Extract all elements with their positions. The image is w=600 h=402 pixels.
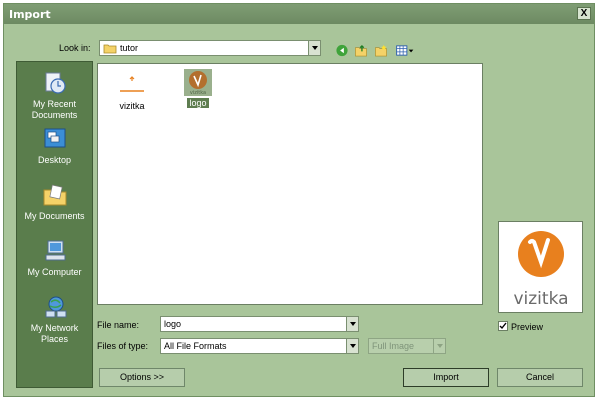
image-mode-value: Full Image: [372, 341, 415, 351]
folder-icon: [103, 44, 117, 54]
place-label-line: Documents: [31, 110, 78, 120]
close-button[interactable]: X: [577, 7, 591, 20]
recent-documents-icon: [45, 72, 66, 94]
place-my-computer[interactable]: My Computer: [17, 238, 92, 278]
title-bar: Import X: [4, 4, 594, 24]
image-mode-dropdown-arrow: [433, 339, 445, 353]
place-my-network-places[interactable]: My Network Places: [17, 294, 92, 345]
file-list[interactable]: vizitka vizitka logo: [97, 63, 483, 305]
dialog-title: Import: [9, 8, 51, 21]
place-my-documents[interactable]: My Documents: [17, 182, 92, 222]
preview-label: Preview: [511, 322, 544, 332]
desktop-icon: [44, 128, 65, 148]
up-folder-icon[interactable]: [354, 44, 368, 57]
import-dialog: Import X Look in: tutor My Recent Docume…: [3, 3, 595, 397]
file-name-label: File name:: [97, 320, 140, 330]
file-type-label: Files of type:: [97, 341, 149, 351]
place-label-line: My Recent: [32, 99, 76, 109]
place-label-line: My Documents: [24, 211, 85, 221]
file-name-combo[interactable]: logo: [160, 316, 359, 332]
view-menu-icon[interactable]: [395, 44, 415, 57]
image-thumbnail-icon: vizitka: [184, 69, 212, 96]
place-label-line: My Network: [30, 323, 79, 333]
my-computer-icon: [45, 240, 65, 261]
thumbnail-text: vizitka: [190, 90, 206, 96]
network-places-icon: [45, 296, 66, 318]
options-button[interactable]: Options >>: [99, 368, 185, 387]
preview-panel: vizitka: [498, 221, 583, 313]
file-name-dropdown-arrow[interactable]: [346, 317, 358, 331]
look-in-label: Look in:: [59, 43, 91, 53]
file-name-input[interactable]: logo: [164, 319, 181, 329]
cancel-button[interactable]: Cancel: [497, 368, 583, 387]
my-documents-icon: [43, 184, 66, 206]
image-file-icon: [120, 76, 144, 92]
import-button[interactable]: Import: [403, 368, 489, 387]
file-name: vizitka: [119, 101, 145, 111]
preview-checkbox[interactable]: [498, 321, 508, 331]
look-in-value: tutor: [120, 43, 139, 53]
back-icon[interactable]: [335, 44, 349, 57]
place-label-line: My Computer: [27, 267, 82, 277]
places-bar: My Recent Documents Desktop My Documents: [16, 61, 93, 388]
place-label-line: Desktop: [37, 155, 72, 165]
look-in-dropdown-arrow[interactable]: [308, 41, 320, 55]
preview-text: vizitka: [513, 289, 568, 309]
file-item[interactable]: vizitka: [112, 72, 152, 111]
place-my-recent-documents[interactable]: My Recent Documents: [17, 70, 92, 121]
file-type-dropdown[interactable]: All File Formats: [160, 338, 359, 354]
image-mode-dropdown: Full Image: [368, 338, 446, 354]
new-folder-icon[interactable]: [374, 44, 388, 57]
file-name: logo: [187, 98, 209, 108]
file-type-dropdown-arrow[interactable]: [346, 339, 358, 353]
place-label-line: Places: [40, 334, 68, 344]
checkmark-icon: [499, 322, 507, 330]
place-desktop[interactable]: Desktop: [17, 126, 92, 166]
preview-image: vizitka: [513, 231, 569, 309]
look-in-dropdown[interactable]: tutor: [99, 40, 321, 56]
file-item-selected[interactable]: vizitka logo: [178, 69, 218, 108]
file-type-value: All File Formats: [164, 341, 227, 351]
